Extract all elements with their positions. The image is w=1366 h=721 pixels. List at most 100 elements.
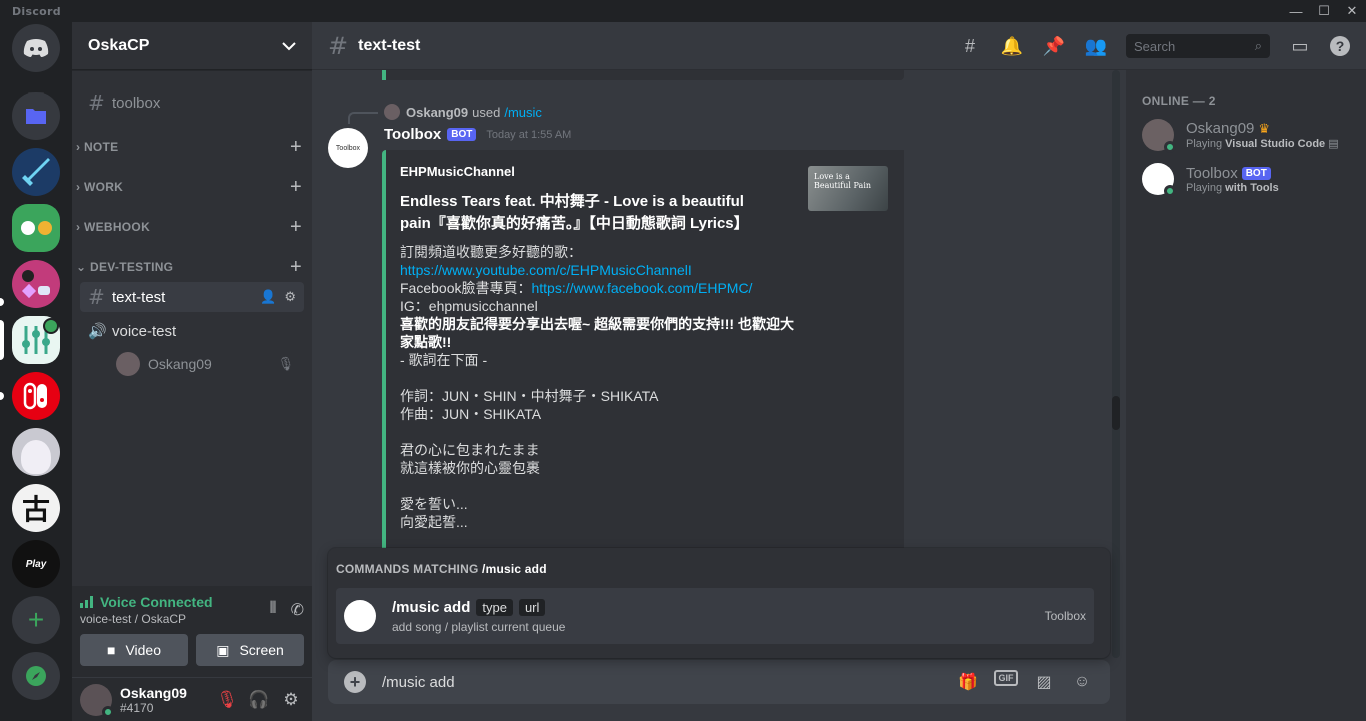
message-author[interactable]: Toolbox [384, 126, 441, 143]
speaker-icon [43, 318, 59, 334]
avatar [116, 352, 140, 376]
disconnect-icon[interactable]: ✆ [291, 600, 304, 620]
sword-icon [22, 158, 50, 186]
inbox-icon[interactable]: ▭ [1288, 34, 1312, 58]
server-switch[interactable] [12, 372, 60, 420]
server-pink[interactable] [12, 260, 60, 308]
message-header: Toolbox BOT Today at 1:55 AM [384, 126, 571, 143]
category-note[interactable]: › NOTE + [76, 136, 308, 159]
reply-connector [348, 112, 378, 124]
screen-share-button[interactable]: ▣ Screen [196, 634, 304, 666]
server-rail: 古 Play + [0, 22, 72, 721]
add-channel-icon[interactable]: + [284, 176, 308, 199]
guild-header[interactable]: OskaCP [72, 22, 312, 70]
maximize-button[interactable]: ☐ [1310, 0, 1338, 22]
command-description: add song / playlist current queue [392, 619, 566, 634]
facebook-link[interactable]: https://www.facebook.com/EHPMC/ [531, 280, 752, 296]
server-sword[interactable] [12, 148, 60, 196]
mute-mic-icon[interactable]: 🎙 [214, 687, 240, 713]
member-item[interactable]: Toolbox BOT Playing with Tools [1142, 162, 1358, 197]
add-server-button[interactable]: + [12, 596, 60, 644]
search-icon: ⌕ [1254, 38, 1262, 53]
add-channel-icon[interactable]: + [284, 136, 308, 159]
autocomplete-header: COMMANDS MATCHING /music add [336, 562, 547, 576]
channel-title: text-test [358, 36, 421, 54]
waveform-icon[interactable]: ⦀ [270, 600, 277, 620]
category-work[interactable]: › WORK + [76, 176, 308, 199]
gear-icon[interactable]: ⚙ [278, 687, 304, 713]
command-reference[interactable]: Oskang09 used /music [384, 104, 542, 120]
headphones-icon[interactable]: 🎧 [246, 687, 272, 713]
online-status [1164, 185, 1176, 197]
server-anime[interactable] [12, 428, 60, 476]
bell-icon[interactable]: 🔔 [1000, 34, 1024, 58]
embed-thumbnail[interactable]: Love is a Beautiful Pain [808, 166, 888, 211]
emoji-icon[interactable]: ☺ [1070, 670, 1094, 694]
add-attachment-icon[interactable]: + [344, 671, 366, 693]
member-activity: Playing Visual Studio Code ▤ [1186, 138, 1339, 150]
avatar-art [21, 440, 51, 474]
gif-button[interactable]: GIF [994, 670, 1018, 686]
channel-text-test[interactable]: # text-test 👤 ⚙ [80, 282, 304, 312]
online-status [1164, 141, 1176, 153]
gear-icon[interactable]: ⚙ [284, 289, 296, 305]
voice-location[interactable]: voice-test / OskaCP [80, 612, 213, 626]
sticker-icon[interactable]: ▨ [1032, 670, 1056, 694]
members-icon[interactable]: 👥 [1084, 34, 1108, 58]
unread-indicator [0, 392, 4, 400]
category-label: › WORK [76, 180, 124, 194]
embed-title[interactable]: Endless Tears feat. 中村舞子 - Love is a bea… [400, 191, 750, 235]
message-timestamp: Today at 1:55 AM [486, 128, 572, 141]
embed-description: 訂閱頻道收聽更多好聽的歌： https://www.youtube.com/c/… [400, 244, 794, 530]
command-option[interactable]: /music add type url add song / playlist … [336, 588, 1094, 644]
home-button[interactable] [12, 24, 60, 72]
explore-button[interactable] [12, 652, 60, 700]
video-button[interactable]: ■ Video [80, 634, 188, 666]
channel-voice-test[interactable]: 🔊 voice-test [80, 316, 304, 346]
bot-avatar[interactable]: Toolbox [328, 128, 368, 168]
voice-user[interactable]: Oskang09 🎙 [116, 350, 304, 378]
server-green[interactable] [12, 204, 60, 252]
close-button[interactable]: ✕ [1338, 0, 1366, 22]
search-input[interactable]: Search ⌕ [1126, 34, 1270, 58]
voice-status[interactable]: Voice Connected [80, 594, 213, 610]
help-icon[interactable]: ? [1330, 36, 1350, 56]
muted-mic-icon: 🎙 [277, 356, 294, 371]
threads-icon[interactable]: # [958, 34, 982, 58]
member-item[interactable]: Oskang09 ♛ Playing Visual Studio Code ▤ [1142, 118, 1358, 153]
channel-toolbox[interactable]: # toolbox [80, 88, 304, 118]
username: Oskang09 [120, 684, 187, 701]
channel-label: voice-test [112, 322, 177, 340]
minimize-button[interactable]: — [1282, 0, 1310, 22]
screen-icon: ▣ [216, 641, 230, 658]
message-input[interactable]: /music add [382, 674, 455, 691]
speaker-icon: 🔊 [88, 322, 107, 340]
invite-icon[interactable]: 👤 [260, 289, 276, 305]
gift-icon[interactable]: 🎁 [956, 670, 980, 694]
member-name: Oskang09 [1186, 120, 1255, 137]
folder-icon[interactable] [12, 92, 60, 140]
camera-icon: ■ [106, 642, 116, 658]
music-embed: EHPMusicChannel Endless Tears feat. 中村舞子… [382, 150, 904, 552]
member-list: ONLINE — 2 Oskang09 ♛ Playing Visual Stud… [1126, 70, 1366, 721]
server-kanji[interactable]: 古 [12, 484, 60, 532]
crown-icon: ♛ [1258, 120, 1271, 136]
server-play[interactable]: Play [12, 540, 60, 588]
previous-embed [382, 70, 904, 80]
add-channel-icon[interactable]: + [284, 256, 308, 279]
pin-icon[interactable]: 📌 [1042, 34, 1066, 58]
option-url: url [518, 598, 546, 616]
scroll-thumb[interactable] [1112, 396, 1120, 430]
category-webhook[interactable]: › WEBHOOK + [76, 216, 308, 239]
command-name: /music add [392, 598, 471, 616]
member-group-header: ONLINE — 2 [1142, 94, 1216, 108]
add-channel-icon[interactable]: + [284, 216, 308, 239]
category-dev-testing[interactable]: ⌄ DEV-TESTING + [76, 256, 308, 279]
switch-icon [23, 382, 47, 410]
scroll-track[interactable] [1112, 70, 1120, 658]
youtube-link[interactable]: https://www.youtube.com/c/EHPMusicChanne… [400, 262, 692, 278]
compass-icon [26, 666, 46, 686]
avatar[interactable] [80, 683, 114, 718]
avatar [1142, 163, 1176, 197]
message-composer[interactable]: + /music add 🎁 GIF ▨ ☺ [328, 660, 1110, 704]
